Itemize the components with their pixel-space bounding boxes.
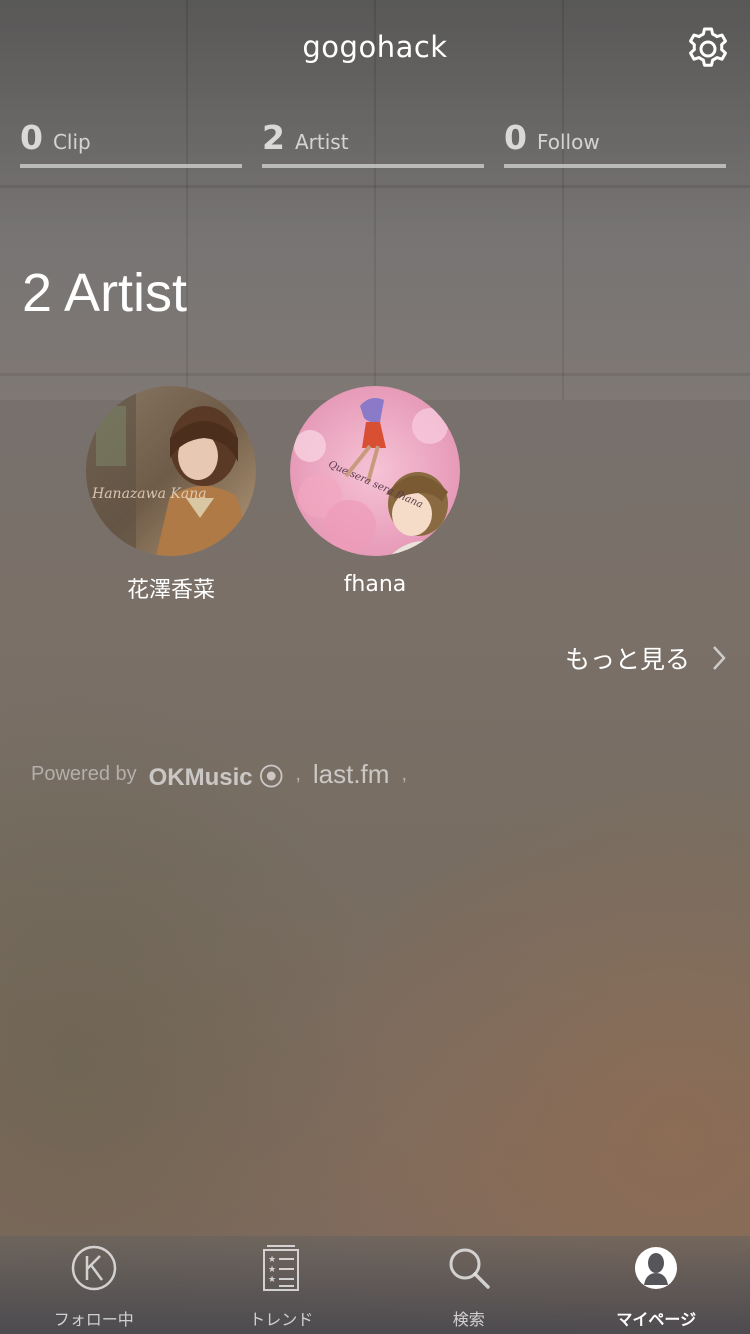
ranking-list-icon: ★ ★ ★ — [263, 1245, 300, 1291]
stat-count: 2 — [262, 118, 285, 157]
svg-text:★: ★ — [268, 1265, 276, 1275]
powered-by: Powered by OKMusic ⦿ , last.fm , — [31, 757, 407, 792]
svg-text:★: ★ — [268, 1255, 276, 1265]
tab-label: トレンド — [249, 1310, 314, 1329]
lastfm-logo: last.fm — [312, 759, 390, 789]
tab-trend[interactable]: ★ ★ ★ トレンド — [188, 1236, 376, 1334]
tab-mypage[interactable]: マイページ — [563, 1236, 750, 1334]
artist-name: fhana — [343, 572, 407, 597]
gear-icon[interactable] — [684, 24, 732, 72]
artist-avatar[interactable]: Que sera sera fhana — [290, 386, 460, 556]
stat-label: Clip — [52, 130, 91, 154]
tab-label: フォロー中 — [53, 1310, 134, 1329]
chevron-right-icon — [713, 646, 726, 670]
stat-count: 0 — [504, 118, 527, 157]
powered-by-label: Powered by — [31, 763, 137, 785]
tab-bar: フォロー中 ★ ★ ★ トレンド 検索 マイページ — [0, 1236, 750, 1334]
okmusic-text: OKMusic — [148, 764, 253, 791]
tab-label: 検索 — [452, 1310, 485, 1329]
top-bar: gogohack — [0, 0, 750, 100]
separator: , — [295, 763, 301, 785]
stat-label: Follow — [536, 130, 600, 154]
stat-clip[interactable]: 0 Clip — [20, 118, 242, 168]
artist-avatar[interactable]: Hanazawa Kana — [86, 386, 256, 556]
artist-item[interactable]: Hanazawa Kana 花澤香菜 — [86, 386, 256, 604]
search-icon — [449, 1248, 490, 1289]
more-button[interactable]: もっと見る — [565, 640, 726, 676]
k-circle-icon — [71, 1245, 116, 1291]
svg-text:★: ★ — [268, 1275, 276, 1285]
stat-artist[interactable]: 2 Artist — [262, 118, 484, 168]
tab-search[interactable]: 検索 — [375, 1236, 563, 1334]
stat-count: 0 — [20, 118, 43, 157]
separator: , — [401, 763, 408, 785]
more-label: もっと見る — [564, 645, 690, 674]
page-title: gogohack — [302, 30, 448, 64]
okmusic-logo: OKMusic ⦿ — [148, 764, 284, 791]
tab-following[interactable]: フォロー中 — [0, 1236, 188, 1334]
stat-label: Artist — [294, 130, 349, 154]
tab-label: マイページ — [616, 1310, 697, 1329]
section-title: 2 Artist — [22, 263, 188, 323]
artist-name: 花澤香菜 — [126, 578, 215, 603]
stats-tabs: 0 Clip 2 Artist 0 Follow — [20, 118, 730, 170]
cover-text: Hanazawa Kana — [91, 486, 207, 502]
profile-icon — [635, 1247, 678, 1289]
stat-follow[interactable]: 0 Follow — [504, 118, 726, 168]
artist-item[interactable]: Que sera sera fhana fhana — [290, 386, 460, 597]
